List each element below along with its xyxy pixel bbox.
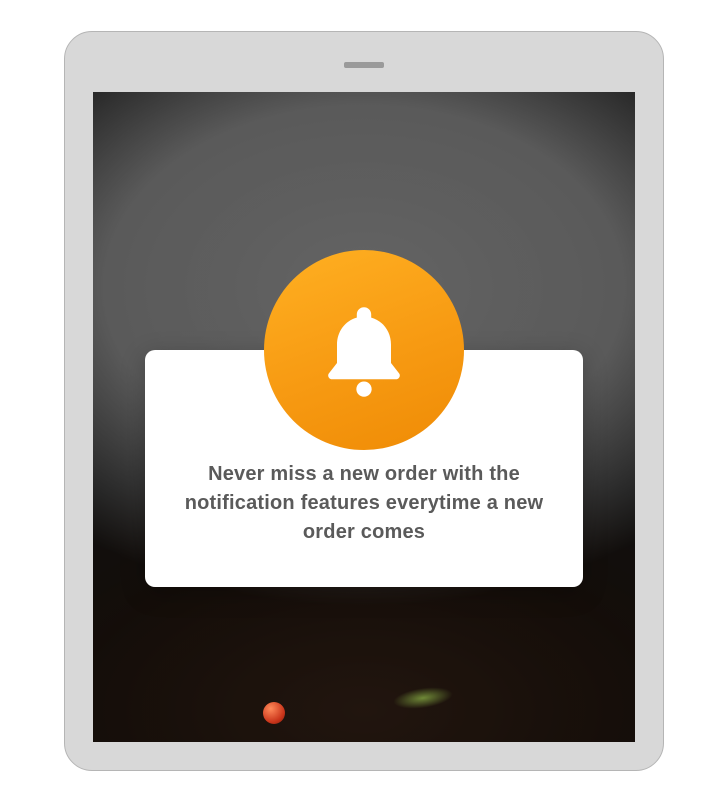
tablet-frame: Never miss a new order with the notifica… (64, 31, 664, 771)
speaker-slot (344, 62, 384, 68)
bg-herb (392, 684, 454, 712)
bell-icon (310, 296, 418, 404)
bell-icon-badge (264, 250, 464, 450)
feature-message: Never miss a new order with the notifica… (173, 460, 555, 547)
bg-tomato (263, 702, 285, 724)
notification-feature-card: Never miss a new order with the notifica… (145, 350, 583, 587)
app-screen: Never miss a new order with the notifica… (93, 92, 635, 742)
